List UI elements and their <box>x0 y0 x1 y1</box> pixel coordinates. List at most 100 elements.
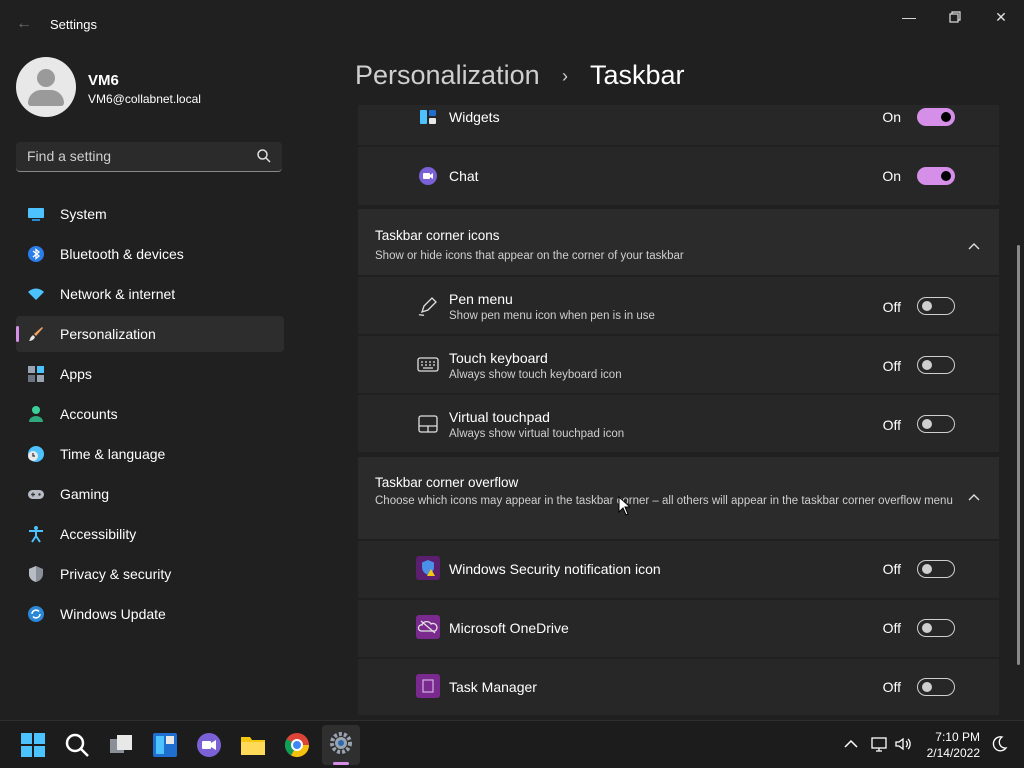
chevron-up-icon[interactable] <box>967 491 981 505</box>
accessibility-icon <box>29 526 43 543</box>
breadcrumb-separator: › <box>562 66 568 86</box>
focus-assist-moon-icon[interactable] <box>990 735 1008 753</box>
row-title: Touch keyboard <box>449 350 548 366</box>
nav-label: Privacy & security <box>60 566 172 582</box>
row-title: Chat <box>449 168 479 184</box>
row-title: Task Manager <box>449 679 537 695</box>
selection-indicator <box>16 326 19 342</box>
chrome-icon[interactable] <box>282 730 312 760</box>
nav-item-gaming[interactable]: Gaming <box>16 476 284 512</box>
touchpad-icon <box>418 415 438 433</box>
onedrive-toggle[interactable] <box>917 619 955 637</box>
task-manager-toggle[interactable] <box>917 678 955 696</box>
search-icon[interactable] <box>256 148 272 164</box>
touch-keyboard-toggle[interactable] <box>917 356 955 374</box>
nav-item-network[interactable]: Network & internet <box>16 276 284 312</box>
nav-item-accounts[interactable]: Accounts <box>16 396 284 432</box>
wifi-icon <box>28 288 44 300</box>
nav-label: Bluetooth & devices <box>60 246 184 262</box>
row-title: Widgets <box>449 109 500 125</box>
nav-label: Apps <box>60 366 92 382</box>
keyboard-icon <box>417 357 439 372</box>
widgets-toggle[interactable] <box>917 108 955 126</box>
taskbar-clock[interactable]: 7:10 PM 2/14/2022 <box>927 729 980 761</box>
onedrive-icon <box>416 615 440 639</box>
nav-item-accessibility[interactable]: Accessibility <box>16 516 284 552</box>
row-subtitle: Always show touch keyboard icon <box>449 369 622 381</box>
onedrive-row[interactable]: Microsoft OneDrive Off <box>358 600 999 657</box>
system-icon <box>28 208 44 221</box>
virtual-touchpad-row[interactable]: Virtual touchpad Always show virtual tou… <box>358 395 999 452</box>
nav-item-system[interactable]: System <box>16 196 284 232</box>
nav-item-apps[interactable]: Apps <box>16 356 284 392</box>
chevron-up-icon[interactable] <box>967 240 981 254</box>
virtual-touchpad-toggle[interactable] <box>917 415 955 433</box>
chevron-up-icon[interactable] <box>842 735 860 753</box>
minimize-button[interactable]: — <box>886 6 932 28</box>
restore-button[interactable] <box>932 6 978 28</box>
toggle-state: Off <box>882 358 901 374</box>
network-icon[interactable] <box>870 735 888 753</box>
nav-label: Personalization <box>60 326 156 342</box>
section-subtitle: Show or hide icons that appear on the co… <box>375 250 684 262</box>
shield-icon <box>29 566 43 582</box>
bluetooth-icon <box>28 246 44 262</box>
nav-item-windows-update[interactable]: Windows Update <box>16 596 284 632</box>
clock-date: 2/14/2022 <box>926 746 980 760</box>
row-subtitle: Always show virtual touchpad icon <box>449 428 625 440</box>
touch-keyboard-row[interactable]: Touch keyboard Always show touch keyboar… <box>358 336 999 393</box>
toggle-state: Off <box>882 417 901 433</box>
nav-item-personalization[interactable]: Personalization <box>16 316 284 352</box>
widgets-icon <box>420 110 436 124</box>
toggle-state: On <box>882 168 901 184</box>
row-title: Virtual touchpad <box>449 409 550 425</box>
nav-item-privacy[interactable]: Privacy & security <box>16 556 284 592</box>
pen-icon <box>418 297 437 316</box>
close-button[interactable]: ✕ <box>978 6 1024 28</box>
scrollbar[interactable] <box>1017 245 1020 665</box>
toggle-state: Off <box>882 299 901 315</box>
clock-time: 7:10 PM <box>935 730 980 744</box>
taskbar: 7:10 PM 2/14/2022 <box>0 720 1024 768</box>
back-arrow-icon[interactable]: ← <box>14 14 34 34</box>
breadcrumb-parent[interactable]: Personalization <box>355 60 540 91</box>
avatar[interactable] <box>16 57 76 117</box>
search-input[interactable] <box>16 142 257 170</box>
chat-icon <box>419 167 437 185</box>
chat-toggle[interactable] <box>917 167 955 185</box>
active-app-indicator <box>333 762 349 765</box>
windows-security-row[interactable]: Windows Security notification icon Off <box>358 541 999 598</box>
task-manager-row[interactable]: Task Manager Off <box>358 659 999 715</box>
settings-app-button[interactable] <box>322 725 360 765</box>
widgets-icon[interactable] <box>150 730 180 760</box>
nav-item-bluetooth[interactable]: Bluetooth & devices <box>16 236 284 272</box>
nav-label: Accounts <box>60 406 118 422</box>
search-box[interactable] <box>16 142 282 172</box>
file-explorer-icon[interactable] <box>238 730 268 760</box>
corner-icons-header[interactable]: Taskbar corner icons Show or hide icons … <box>358 209 999 275</box>
settings-content: Widgets On Chat On Taskbar corner icons … <box>358 105 999 715</box>
nav-label: Accessibility <box>60 526 137 542</box>
widgets-row[interactable]: Widgets On <box>358 105 999 145</box>
windows-security-toggle[interactable] <box>917 560 955 578</box>
corner-overflow-header[interactable]: Taskbar corner overflow Choose which ico… <box>358 457 999 539</box>
task-view-icon[interactable] <box>106 730 136 760</box>
nav-item-time-language[interactable]: Time & language <box>16 436 284 472</box>
pen-menu-row[interactable]: Pen menu Show pen menu icon when pen is … <box>358 277 999 334</box>
pen-menu-toggle[interactable] <box>917 297 955 315</box>
row-subtitle: Show pen menu icon when pen is in use <box>449 310 655 322</box>
apps-icon <box>28 366 44 382</box>
clock-globe-icon <box>28 446 44 462</box>
volume-icon[interactable] <box>894 735 912 753</box>
accounts-icon <box>29 406 43 422</box>
row-title: Microsoft OneDrive <box>449 620 569 636</box>
mouse-cursor-icon <box>618 496 630 516</box>
app-title: Settings <box>50 17 97 32</box>
start-icon[interactable] <box>18 730 48 760</box>
brush-icon <box>29 327 43 341</box>
search-icon[interactable] <box>62 730 92 760</box>
update-icon <box>28 606 44 622</box>
chat-icon[interactable] <box>194 730 224 760</box>
chat-row[interactable]: Chat On <box>358 147 999 205</box>
task-manager-icon <box>416 674 440 698</box>
